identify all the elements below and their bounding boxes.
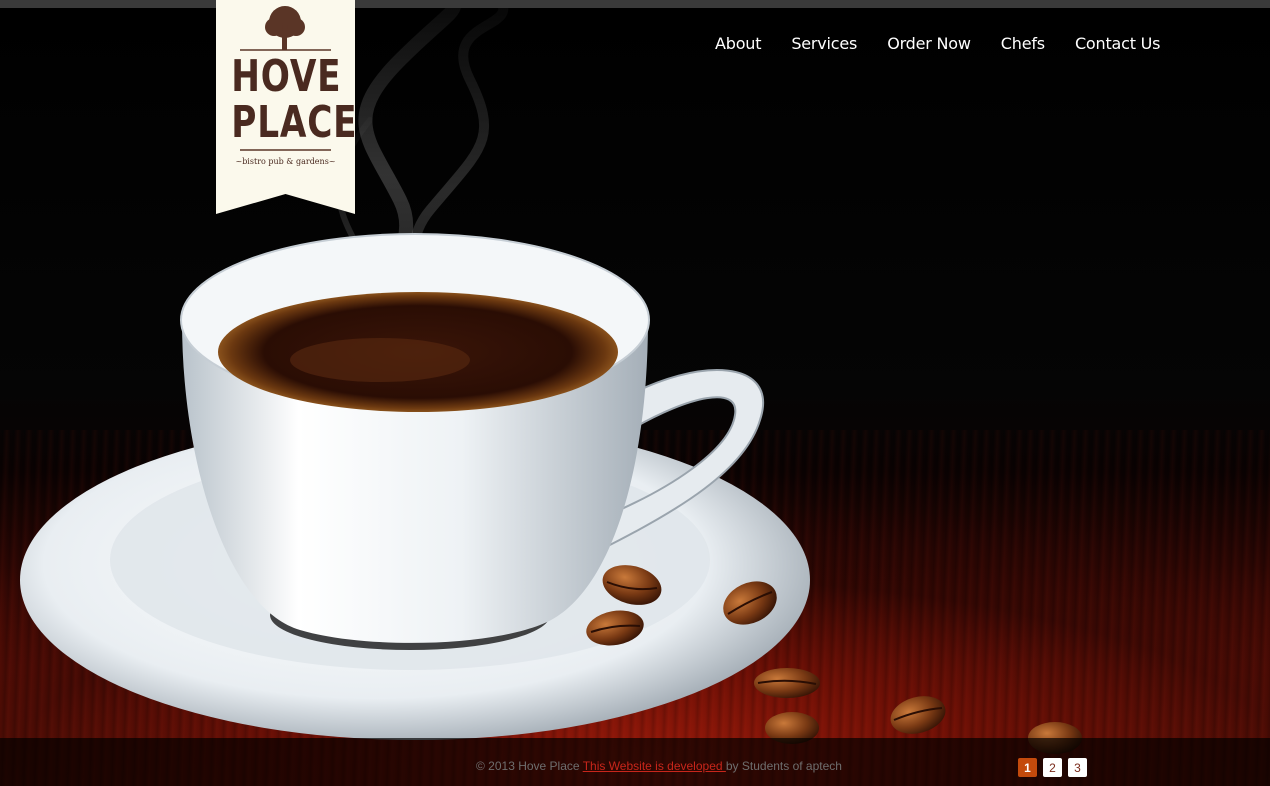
page-button-3[interactable]: 3 <box>1068 758 1087 777</box>
coffee-cup-illustration <box>20 0 1082 754</box>
hero-banner <box>0 0 1270 786</box>
nav-chefs[interactable]: Chefs <box>1001 34 1045 58</box>
logo-line-2: PLACE <box>231 97 358 148</box>
nav-contact-us[interactable]: Contact Us <box>1075 34 1161 58</box>
footer-text: © 2013 Hove Place This Website is develo… <box>476 759 842 773</box>
footer: © 2013 Hove Place This Website is develo… <box>0 738 1270 786</box>
footer-developer-link[interactable]: This Website is developed <box>583 759 726 773</box>
top-bar <box>0 0 1270 8</box>
logo[interactable]: HOVE PLACE ~bistro pub & gardens~ <box>216 0 358 214</box>
nav-order-now[interactable]: Order Now <box>887 34 971 58</box>
logo-tagline: ~bistro pub & gardens~ <box>235 157 336 166</box>
footer-copyright: © 2013 Hove Place <box>476 759 583 773</box>
nav-about[interactable]: About <box>715 34 762 58</box>
main-nav: About Services Order Now Chefs Contact U… <box>700 34 1175 58</box>
footer-suffix: by Students of aptech <box>725 759 842 773</box>
logo-line-1: HOVE <box>231 51 342 102</box>
page-button-1[interactable]: 1 <box>1018 758 1037 777</box>
nav-services[interactable]: Services <box>791 34 857 58</box>
page-button-2[interactable]: 2 <box>1043 758 1062 777</box>
slide-pager: 1 2 3 <box>1018 758 1093 777</box>
